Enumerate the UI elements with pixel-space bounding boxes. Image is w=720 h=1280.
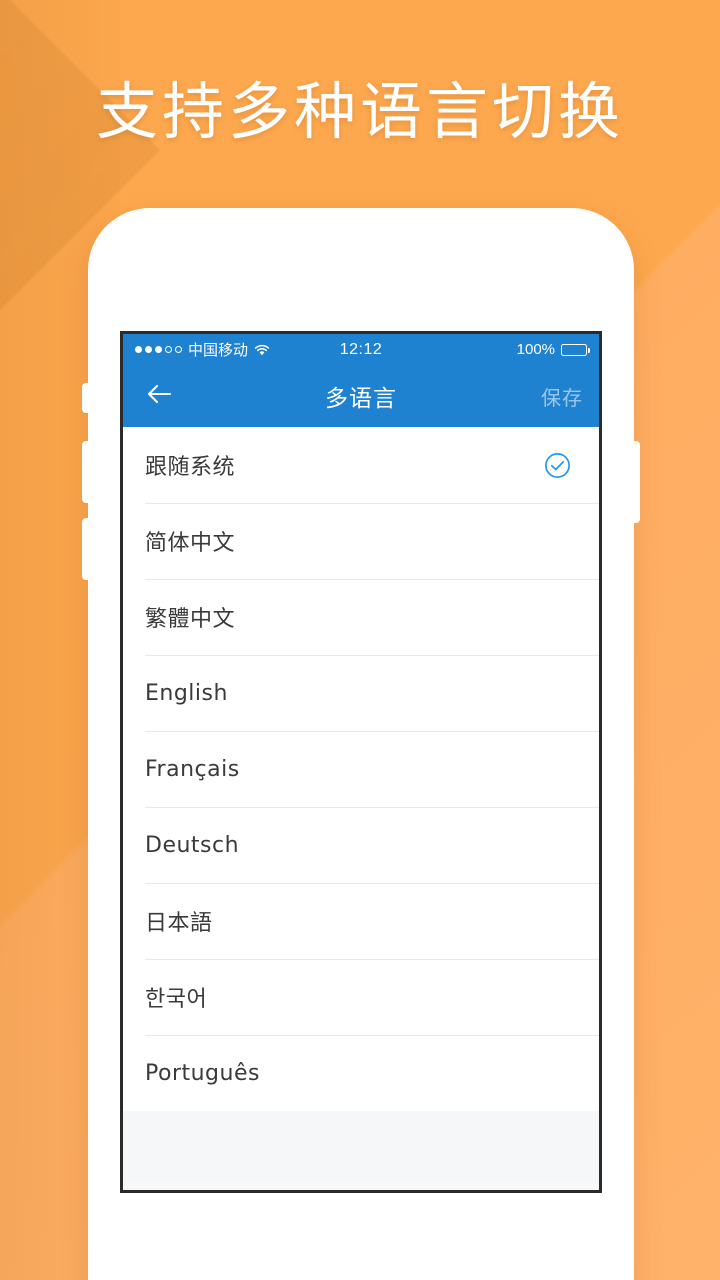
volume-down-button[interactable] bbox=[82, 518, 90, 580]
content-area: 跟随系统 简体中文 繁體中文 English Français Deutsch … bbox=[123, 427, 599, 1190]
list-footer-spacer bbox=[123, 1111, 599, 1181]
list-item[interactable]: English bbox=[123, 655, 599, 731]
language-label: 繁體中文 bbox=[145, 607, 236, 632]
language-label: 跟随系统 bbox=[145, 455, 236, 480]
save-button[interactable]: 保存 bbox=[541, 382, 583, 411]
wifi-icon bbox=[254, 344, 270, 356]
phone-mockup: 中国移动 12:12 100% 多语言 保存 跟随系统 简体中文 繁體中文 En… bbox=[82, 208, 640, 1280]
signal-dot bbox=[165, 346, 172, 353]
language-label: 한국어 bbox=[145, 987, 208, 1012]
status-bar-left: 中国移动 bbox=[135, 339, 340, 360]
page-title: 支持多种语言切换 bbox=[95, 75, 624, 148]
list-item[interactable]: Français bbox=[123, 731, 599, 807]
language-label: Deutsch bbox=[145, 832, 240, 858]
list-item[interactable]: 简体中文 bbox=[123, 503, 599, 579]
status-bar-right: 100% bbox=[382, 341, 591, 358]
poster-canvas: 支持多种语言切换 中国移动 12:12 100% 多语言 保存 跟随系统 简体中… bbox=[0, 0, 720, 1280]
list-item[interactable]: 跟随系统 bbox=[123, 427, 599, 503]
back-button[interactable] bbox=[139, 376, 179, 416]
silent-switch-button[interactable] bbox=[82, 383, 90, 413]
nav-title: 多语言 bbox=[325, 386, 397, 412]
list-item[interactable]: 繁體中文 bbox=[123, 579, 599, 655]
signal-dot bbox=[135, 346, 142, 353]
language-list: 跟随系统 简体中文 繁體中文 English Français Deutsch … bbox=[123, 427, 599, 1111]
language-label: 简体中文 bbox=[145, 531, 236, 556]
phone-screen: 中国移动 12:12 100% 多语言 保存 跟随系统 简体中文 繁體中文 En… bbox=[120, 331, 602, 1193]
language-label: English bbox=[145, 680, 228, 706]
signal-dot bbox=[175, 346, 182, 353]
power-button[interactable] bbox=[632, 441, 640, 523]
battery-icon bbox=[561, 343, 591, 356]
signal-strength-icon bbox=[135, 346, 182, 353]
language-label: Français bbox=[145, 756, 240, 782]
battery-percent-label: 100% bbox=[516, 341, 556, 358]
list-item[interactable]: 日本語 bbox=[123, 883, 599, 959]
list-item[interactable]: Português bbox=[123, 1035, 599, 1111]
volume-up-button[interactable] bbox=[82, 441, 90, 503]
list-item[interactable]: Deutsch bbox=[123, 807, 599, 883]
list-item[interactable]: 한국어 bbox=[123, 959, 599, 1035]
language-label: 日本語 bbox=[145, 911, 213, 936]
carrier-label: 中国移动 bbox=[188, 341, 249, 359]
arrow-left-icon bbox=[146, 383, 172, 410]
status-bar-clock: 12:12 bbox=[339, 340, 383, 358]
check-circle-icon bbox=[544, 452, 571, 479]
signal-dot bbox=[145, 346, 152, 353]
navigation-bar: 多语言 保存 bbox=[123, 365, 599, 427]
language-label: Português bbox=[145, 1060, 260, 1086]
status-bar: 中国移动 12:12 100% bbox=[123, 334, 599, 365]
signal-dot bbox=[155, 346, 162, 353]
